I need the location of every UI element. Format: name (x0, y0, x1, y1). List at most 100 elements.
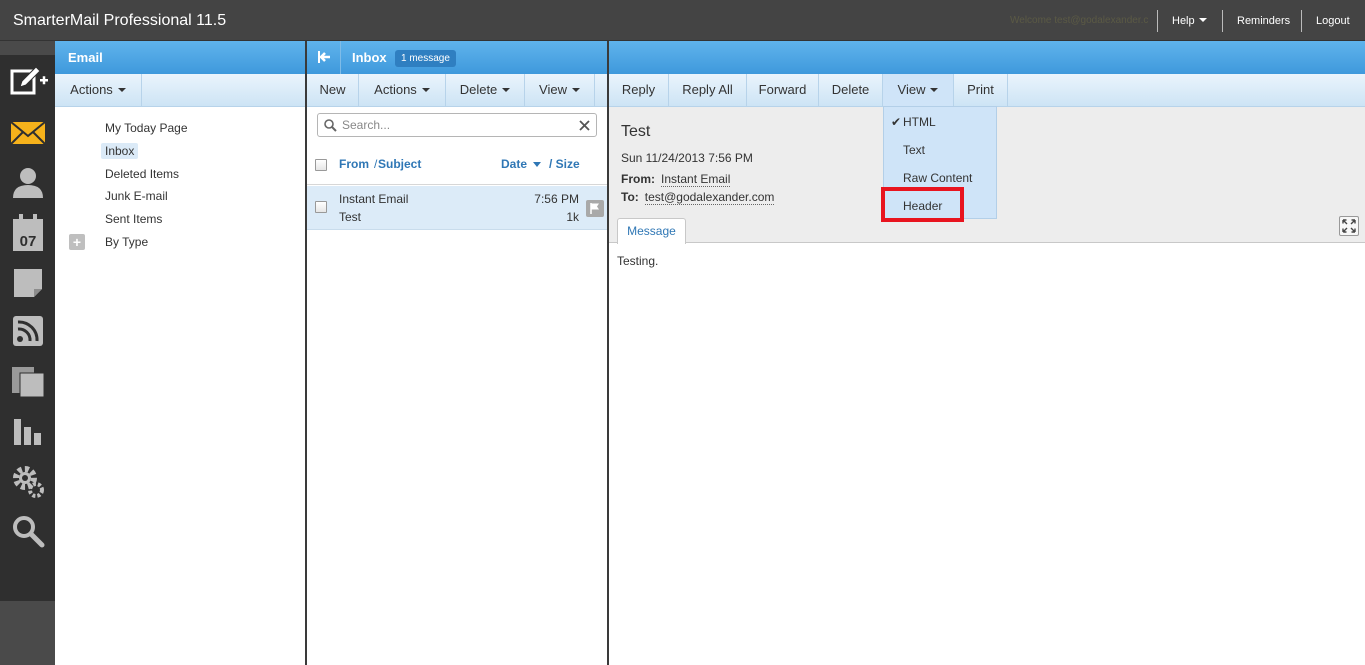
collapse-pane-button[interactable] (307, 41, 341, 74)
app-rail: 07 (0, 41, 55, 665)
list-delete-label: Delete (459, 82, 498, 97)
list-actions-button[interactable]: Actions (359, 74, 446, 106)
message-from: Instant Email (339, 192, 409, 206)
search-icon (324, 119, 337, 132)
message-row[interactable]: Instant Email Test 7:56 PM 1k (307, 186, 607, 230)
welcome-text: Welcome test@godalexander.com (1010, 15, 1148, 25)
inbox-header: Inbox 1 message (307, 41, 607, 74)
folder-actions-label: Actions (70, 82, 113, 97)
calendar-day: 07 (20, 233, 37, 250)
view-menu-button[interactable]: View (883, 74, 954, 106)
from-value[interactable]: Instant Email (661, 172, 731, 187)
chevron-down-icon (930, 88, 939, 92)
expand-icon (1342, 219, 1356, 233)
folder-item-sent-items[interactable]: Sent Items (101, 211, 166, 227)
reminders-link[interactable]: Reminders (1237, 15, 1290, 27)
folder-item-my-today-page[interactable]: My Today Page (101, 120, 192, 136)
notes-icon[interactable] (10, 265, 46, 301)
sort-size[interactable]: / Size (549, 157, 580, 171)
delete-button[interactable]: Delete (819, 74, 883, 106)
folder-item-inbox[interactable]: Inbox (101, 143, 139, 159)
message-checkbox[interactable] (315, 201, 327, 213)
top-separator (1222, 10, 1223, 32)
from-line: From: Instant Email (621, 172, 731, 187)
sort-subject[interactable]: Subject (378, 157, 421, 171)
files-icon[interactable] (10, 363, 46, 399)
help-label: Help (1172, 15, 1195, 27)
reply-all-button[interactable]: Reply All (669, 74, 747, 106)
folder-toolbar: Actions (55, 74, 305, 107)
flag-button[interactable] (586, 200, 604, 217)
view-option-raw-content[interactable]: Raw Content (903, 171, 972, 185)
checkmark-icon: ✔ (891, 115, 902, 129)
message-list-panel: Inbox 1 message New Actions Delete View … (307, 41, 607, 665)
search-input[interactable] (342, 117, 572, 133)
top-bar: SmarterMail Professional 11.5 Welcome te… (0, 0, 1365, 41)
folder-panel: Email Actions My Today Page Inbox Delete… (55, 41, 305, 665)
highlight-box (881, 187, 964, 222)
settings-icon[interactable] (10, 463, 46, 499)
top-separator (1157, 10, 1158, 32)
list-view-label: View (539, 82, 567, 97)
sort-date[interactable]: Date (501, 157, 527, 171)
sort-from[interactable]: From (339, 157, 369, 171)
sort-desc-icon[interactable] (533, 162, 541, 167)
view-option-text[interactable]: Text (903, 143, 925, 157)
folder-item-by-type[interactable]: By Type (101, 234, 152, 250)
from-label: From: (621, 172, 655, 186)
chevron-down-icon (502, 88, 511, 92)
chevron-down-icon (421, 88, 430, 92)
folder-item-deleted-items[interactable]: Deleted Items (101, 166, 183, 182)
view-label: View (897, 82, 926, 97)
compose-icon[interactable] (10, 65, 48, 101)
list-header: From / Subject Date / Size (307, 145, 607, 185)
list-actions-label: Actions (374, 82, 417, 97)
folder-item-junk-email[interactable]: Junk E-mail (101, 188, 172, 204)
message-time: 7:56 PM (534, 192, 579, 206)
list-view-button[interactable]: View (525, 74, 595, 106)
forward-button[interactable]: Forward (747, 74, 819, 106)
reply-button[interactable]: Reply (609, 74, 669, 106)
chevron-down-icon (571, 88, 580, 92)
help-menu[interactable]: Help (1172, 15, 1207, 27)
message-subject-title: Test (621, 123, 651, 140)
flag-icon (590, 203, 599, 214)
chevron-down-icon (1198, 18, 1207, 22)
message-body: Testing. (617, 254, 659, 268)
app-title: SmarterMail Professional 11.5 (13, 12, 227, 29)
clear-search-icon[interactable] (579, 120, 590, 131)
expand-plus-icon[interactable]: + (69, 234, 85, 250)
calendar-icon[interactable]: 07 (10, 213, 46, 251)
rss-icon[interactable] (10, 313, 46, 349)
tab-message[interactable]: Message (617, 218, 686, 244)
mail-icon[interactable] (10, 115, 46, 151)
folder-panel-header: Email (55, 41, 305, 74)
folder-actions-button[interactable]: Actions (55, 74, 142, 106)
to-value[interactable]: test@godalexander.com (644, 190, 775, 205)
message-size: 1k (566, 210, 579, 224)
to-label: To: (621, 190, 639, 204)
select-all-checkbox[interactable] (315, 159, 327, 171)
app-rail-icons: 07 (0, 55, 55, 601)
message-count-badge: 1 message (395, 50, 456, 67)
read-toolbar: Reply Reply All Forward Delete View Prin… (609, 74, 1365, 107)
search-box (317, 113, 597, 137)
message-subject: Test (339, 210, 362, 224)
view-option-html[interactable]: HTML (903, 115, 936, 129)
new-button[interactable]: New (307, 74, 359, 106)
sort-separator: / (374, 157, 378, 171)
folder-panel-title: Email (68, 50, 103, 65)
reading-pane-header (609, 41, 1365, 74)
logout-link[interactable]: Logout (1316, 15, 1350, 27)
print-button[interactable]: Print (954, 74, 1008, 106)
message-date: Sun 11/24/2013 7:56 PM (621, 151, 753, 165)
reports-icon[interactable] (10, 413, 46, 449)
top-separator (1301, 10, 1302, 32)
collapse-left-icon (318, 51, 330, 63)
list-toolbar: New Actions Delete View (307, 74, 607, 107)
contacts-icon[interactable] (10, 165, 46, 201)
list-delete-button[interactable]: Delete (446, 74, 525, 106)
search-icon[interactable] (10, 513, 46, 549)
fullscreen-button[interactable] (1339, 216, 1359, 236)
inbox-title: Inbox (352, 50, 387, 65)
